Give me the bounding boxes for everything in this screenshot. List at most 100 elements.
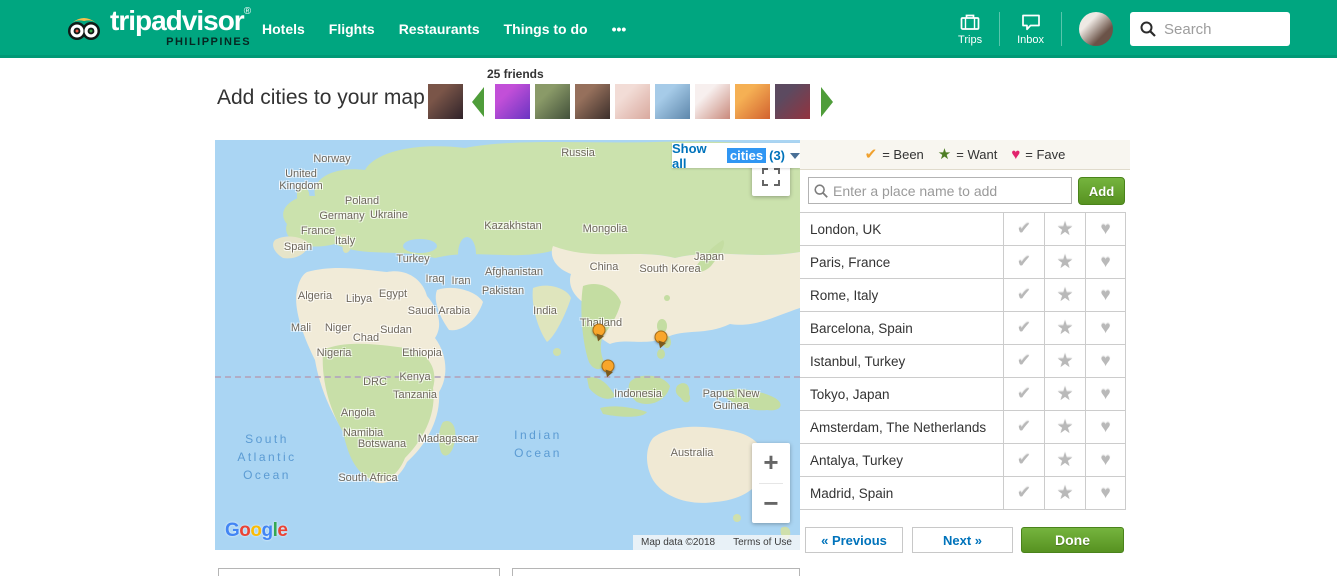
- brand-name: tripadvisor: [110, 5, 245, 36]
- registered-mark: ®: [243, 6, 252, 17]
- carousel-prev-icon[interactable]: [472, 86, 484, 117]
- nav-flights[interactable]: Flights: [329, 21, 375, 37]
- site-search-input[interactable]: [1130, 12, 1290, 46]
- toggle-want[interactable]: ★: [1044, 312, 1085, 344]
- map-label: Egypt: [378, 288, 408, 300]
- friend-avatar[interactable]: [695, 84, 730, 119]
- city-row: Rome, Italy ✔ ★ ♥: [800, 279, 1126, 312]
- fave-icon: ♥: [1100, 483, 1111, 502]
- show-all-cities-dropdown[interactable]: Show all cities (3): [672, 141, 800, 171]
- suitcase-icon: [960, 14, 980, 30]
- nav-hotels[interactable]: Hotels: [262, 21, 305, 37]
- toggle-been[interactable]: ✔: [1003, 378, 1044, 410]
- nav-restaurants[interactable]: Restaurants: [399, 21, 480, 37]
- toggle-fave[interactable]: ♥: [1085, 213, 1126, 245]
- friend-avatar[interactable]: [535, 84, 570, 119]
- friends-count: 25 friends: [487, 67, 544, 81]
- toggle-want[interactable]: ★: [1044, 213, 1085, 245]
- friend-avatar[interactable]: [575, 84, 610, 119]
- toggle-want[interactable]: ★: [1044, 246, 1085, 278]
- toggle-fave[interactable]: ♥: [1085, 246, 1126, 278]
- friend-avatar[interactable]: [775, 84, 810, 119]
- toggle-want[interactable]: ★: [1044, 279, 1085, 311]
- city-row: London, UK ✔ ★ ♥: [800, 213, 1126, 246]
- want-icon: ★: [1056, 416, 1074, 438]
- city-name: Madrid, Spain: [810, 485, 894, 501]
- carousel-next-icon[interactable]: [821, 86, 833, 117]
- dropdown-count: (3): [769, 148, 785, 163]
- page-title: Add cities to your map: [217, 86, 425, 109]
- toggle-fave[interactable]: ♥: [1085, 477, 1126, 509]
- zoom-in-button[interactable]: +: [752, 443, 790, 483]
- city-name: Istanbul, Turkey: [810, 353, 906, 369]
- terms-of-use-link[interactable]: Terms of Use: [733, 537, 792, 548]
- map-label: Niger: [324, 322, 352, 334]
- map-label: South Africa: [338, 472, 398, 484]
- done-button[interactable]: Done: [1021, 527, 1124, 553]
- world-map[interactable]: Russia Norway United Kingdom Poland Germany U…: [215, 140, 800, 550]
- profile-avatar[interactable]: [1079, 12, 1113, 46]
- toggle-been[interactable]: ✔: [1003, 246, 1044, 278]
- inbox-button[interactable]: Inbox: [1017, 12, 1044, 46]
- city-name: Antalya, Turkey: [810, 452, 904, 468]
- city-marker[interactable]: [592, 323, 606, 337]
- toggle-fave[interactable]: ♥: [1085, 444, 1126, 476]
- city-marker[interactable]: [654, 330, 668, 344]
- nav-more[interactable]: •••: [612, 21, 627, 37]
- inbox-label: Inbox: [1017, 34, 1044, 46]
- toggle-been[interactable]: ✔: [1003, 279, 1044, 311]
- user-avatar[interactable]: [428, 84, 463, 119]
- chat-bubble-icon: [1021, 14, 1040, 31]
- map-label: Afghanistan: [484, 266, 544, 278]
- toggle-been[interactable]: ✔: [1003, 477, 1044, 509]
- toggle-want[interactable]: ★: [1044, 378, 1085, 410]
- place-name-input[interactable]: [808, 177, 1072, 204]
- add-place-button[interactable]: Add: [1078, 177, 1125, 205]
- friend-avatar-list: [495, 84, 810, 119]
- toggle-been[interactable]: ✔: [1003, 411, 1044, 443]
- city-name: Tokyo, Japan: [810, 386, 890, 402]
- trips-button[interactable]: Trips: [958, 12, 982, 46]
- been-icon: ✔: [1016, 252, 1032, 271]
- city-row: Amsterdam, The Netherlands ✔ ★ ♥: [800, 411, 1126, 444]
- toggle-been[interactable]: ✔: [1003, 444, 1044, 476]
- toggle-want[interactable]: ★: [1044, 345, 1085, 377]
- friend-avatar[interactable]: [735, 84, 770, 119]
- next-page-button[interactable]: Next »: [912, 527, 1013, 553]
- toggle-want[interactable]: ★: [1044, 444, 1085, 476]
- toggle-fave[interactable]: ♥: [1085, 378, 1126, 410]
- cities-panel: ✔= Been★= Want♥= Fave Add London, UK✔★♥P…: [800, 140, 1130, 553]
- city-name: Paris, France: [810, 254, 891, 270]
- map-label: Saudi Arabia: [407, 305, 471, 317]
- toggle-been[interactable]: ✔: [1003, 312, 1044, 344]
- map-label: DRC: [363, 376, 387, 388]
- map-terrain: [215, 140, 800, 550]
- want-icon: ★: [1056, 251, 1074, 273]
- friend-avatar[interactable]: [655, 84, 690, 119]
- fave-icon: ♥: [1100, 384, 1111, 403]
- toggle-want[interactable]: ★: [1044, 411, 1085, 443]
- toggle-fave[interactable]: ♥: [1085, 345, 1126, 377]
- city-row: Istanbul, Turkey ✔ ★ ♥: [800, 345, 1126, 378]
- toggle-fave[interactable]: ♥: [1085, 411, 1126, 443]
- zoom-out-button[interactable]: −: [752, 484, 790, 524]
- chevron-down-icon: [790, 152, 800, 159]
- toggle-fave[interactable]: ♥: [1085, 312, 1126, 344]
- map-label: Iran: [451, 275, 471, 287]
- main-nav: Hotels Flights Restaurants Things to do •••: [262, 0, 626, 58]
- map-label: Indonesia: [614, 388, 662, 400]
- toggle-been[interactable]: ✔: [1003, 345, 1044, 377]
- google-logo[interactable]: Google: [225, 520, 288, 542]
- city-marker[interactable]: [601, 359, 615, 373]
- previous-page-button[interactable]: « Previous: [805, 527, 903, 553]
- toggle-fave[interactable]: ♥: [1085, 279, 1126, 311]
- toggle-want[interactable]: ★: [1044, 477, 1085, 509]
- friend-avatar[interactable]: [495, 84, 530, 119]
- nav-things-to-do[interactable]: Things to do: [504, 21, 588, 37]
- tripadvisor-logo[interactable]: tripadvisor® PHILIPPINES: [64, 7, 251, 51]
- toggle-been[interactable]: ✔: [1003, 213, 1044, 245]
- map-label: Botswana: [357, 438, 407, 450]
- fave-icon: ♥: [1100, 417, 1111, 436]
- map-label: Poland: [344, 195, 380, 207]
- friend-avatar[interactable]: [615, 84, 650, 119]
